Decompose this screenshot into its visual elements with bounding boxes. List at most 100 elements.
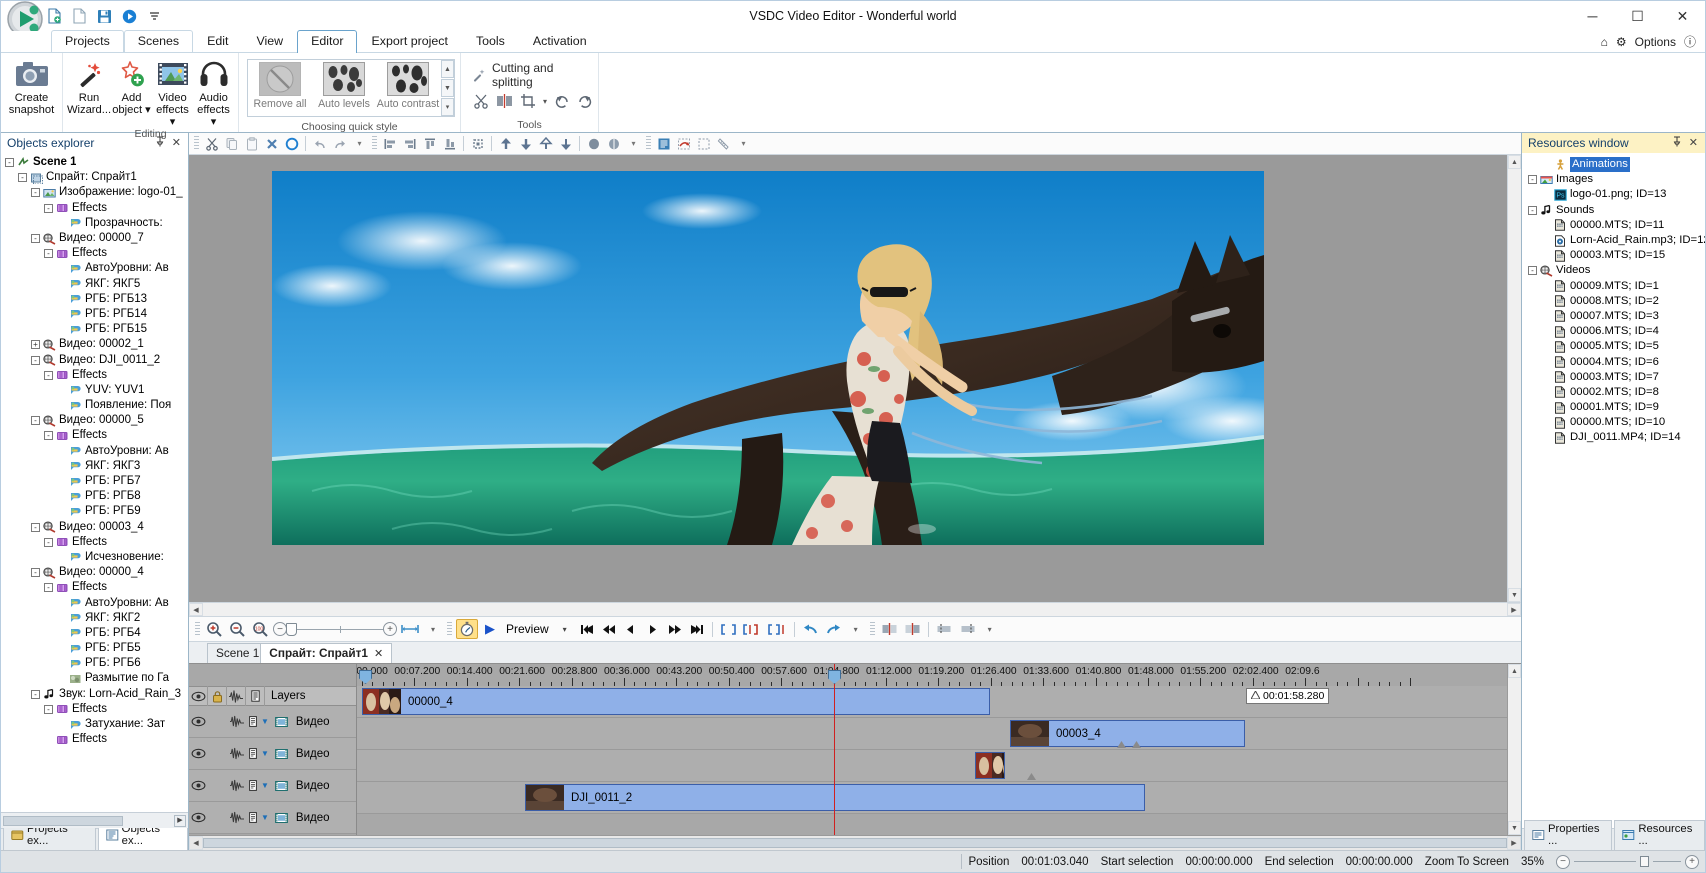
collapse-icon[interactable]: - (5, 158, 14, 167)
play-project-icon[interactable] (120, 7, 138, 25)
collapse-icon[interactable]: - (31, 568, 40, 577)
timeline-hscrollbar[interactable]: ◀ ▶ (189, 835, 1521, 850)
quick-style-auto-contrast[interactable]: Auto contrast (376, 60, 440, 116)
status-zoom-handle[interactable] (1640, 856, 1649, 867)
align-right-icon[interactable] (400, 134, 419, 153)
fast-forward-icon[interactable] (665, 619, 685, 639)
track-name-group[interactable]: ▼Видео (246, 716, 330, 728)
fit-width-icon[interactable] (399, 619, 421, 639)
preview-scroll-track[interactable] (1508, 169, 1521, 588)
resources-tree-item[interactable]: Pslogo-01.png; ID=13 (1522, 187, 1705, 202)
expand-icon[interactable]: + (31, 340, 40, 349)
toolbar-overflow-3[interactable]: ▾ (734, 134, 753, 153)
objects-tree-item[interactable]: -Scene 1 (1, 155, 188, 170)
objects-tree-item[interactable]: -Effects (1, 535, 188, 550)
collapse-icon[interactable]: - (1528, 206, 1537, 215)
track-eye-icon[interactable] (189, 802, 208, 834)
timeline-track-header[interactable]: ▼Видео (189, 770, 356, 802)
track-waveform-icon[interactable] (227, 802, 246, 834)
resources-tree[interactable]: Animations-ImagesPslogo-01.png; ID=13-So… (1522, 153, 1705, 828)
scene-tab-1[interactable]: Спрайт: Спрайт1✕ (260, 643, 392, 663)
objects-tree-item[interactable]: РГБ: РГБ13 (1, 292, 188, 307)
status-zoom-minus[interactable]: − (1556, 855, 1570, 869)
timeline-track[interactable]: 00000_4 (357, 686, 1507, 718)
resources-tree-item[interactable]: 00008.MTS; ID=2 (1522, 294, 1705, 309)
timeline-hscroll-thumb[interactable] (203, 838, 1507, 848)
track-dropdown-icon[interactable]: ▼ (261, 717, 269, 726)
track-eye-icon[interactable] (189, 770, 208, 802)
track-dropdown-icon[interactable]: ▼ (261, 813, 269, 822)
resources-tab-0[interactable]: Properties ... (1524, 820, 1612, 850)
minimize-button[interactable]: ─ (1570, 1, 1615, 31)
preview-vscrollbar[interactable]: ▲ ▼ (1507, 155, 1521, 602)
objects-tree-item[interactable]: РГБ: РГБ15 (1, 322, 188, 337)
create-snapshot-button[interactable]: Createsnapshot (6, 55, 57, 116)
resources-tab-1[interactable]: Resources ... (1614, 820, 1705, 850)
home-icon[interactable]: ⌂ (1601, 35, 1608, 49)
resources-tree-item[interactable]: 00002.MTS; ID=8 (1522, 385, 1705, 400)
objects-tree-item[interactable]: РГБ: РГБ6 (1, 656, 188, 671)
move-up-icon[interactable] (496, 134, 515, 153)
info-icon[interactable]: ⓘ (1684, 33, 1696, 50)
collapse-icon[interactable]: - (1528, 266, 1537, 275)
undo-icon[interactable] (310, 134, 329, 153)
undo-nav-icon[interactable] (800, 619, 821, 639)
quick-style-auto-levels[interactable]: Auto levels (312, 60, 376, 116)
redo-icon[interactable] (330, 134, 349, 153)
rotate-right-icon[interactable] (577, 93, 593, 109)
properties-circle-icon[interactable] (282, 134, 301, 153)
objects-tree-item[interactable]: РГБ: РГБ14 (1, 307, 188, 322)
open-project-icon[interactable] (70, 7, 88, 25)
track-name-group[interactable]: ▼Видео (246, 812, 330, 824)
list-icon[interactable] (246, 686, 265, 706)
jump-last-icon[interactable] (687, 619, 707, 639)
save-project-icon[interactable] (95, 7, 113, 25)
quick-style-scroll-up[interactable]: ▲ (441, 60, 454, 78)
collapse-icon[interactable]: - (44, 705, 53, 714)
split-left-icon[interactable] (879, 619, 900, 639)
move-down-icon[interactable] (516, 134, 535, 153)
timeline-playhead[interactable] (834, 664, 835, 835)
preview-hscrollbar[interactable]: ◀ ▶ (189, 602, 1521, 616)
track-name-group[interactable]: ▼Видео (246, 748, 330, 760)
timeline-track-header[interactable]: ▼Видео (189, 802, 356, 834)
eye-icon[interactable] (189, 686, 208, 706)
resources-close-icon[interactable]: ✕ (1689, 136, 1698, 150)
objects-tree-item[interactable]: РГБ: РГБ8 (1, 489, 188, 504)
objects-tree-item[interactable]: Исчезновение: (1, 550, 188, 565)
status-zoom-slider[interactable]: − + (1550, 855, 1705, 869)
zoom-100-icon[interactable]: 100 (250, 619, 271, 639)
track-dropdown-icon[interactable]: ▼ (261, 781, 269, 790)
gear-icon[interactable]: ⚙ (1616, 35, 1627, 49)
ruler-icon[interactable] (714, 134, 733, 153)
collapse-icon[interactable]: - (44, 371, 53, 380)
zoom-slider-plus[interactable]: + (383, 622, 397, 636)
objects-tree-item[interactable]: -Видео: DJI_0011_2 (1, 352, 188, 367)
collapse-icon[interactable]: - (1528, 175, 1537, 184)
rewind-icon[interactable] (599, 619, 619, 639)
preview-label[interactable]: Preview (502, 619, 553, 639)
collapse-icon[interactable]: - (31, 416, 40, 425)
resources-pin-icon[interactable] (1672, 136, 1682, 150)
align-center-icon[interactable] (468, 134, 487, 153)
group-icon[interactable] (584, 134, 603, 153)
align-bottom-icon[interactable] (440, 134, 459, 153)
resources-tree-item[interactable]: -Videos (1522, 263, 1705, 278)
send-back-icon[interactable] (556, 134, 575, 153)
rotate-left-icon[interactable] (554, 93, 570, 109)
trim-right-icon[interactable] (957, 619, 978, 639)
stopwatch-icon[interactable] (456, 619, 478, 639)
playbar-grip[interactable] (195, 622, 200, 637)
resources-tree-item[interactable]: 00003.MTS; ID=15 (1522, 248, 1705, 263)
track-lock-icon[interactable] (208, 770, 227, 802)
align-left-icon[interactable] (380, 134, 399, 153)
eraser-icon[interactable] (674, 134, 693, 153)
track-eye-icon[interactable] (189, 706, 208, 738)
collapse-icon[interactable]: - (44, 249, 53, 258)
objects-tree[interactable]: -Scene 1-Спрайт: Спрайт1-Изображение: lo… (1, 153, 188, 812)
track-list-icon[interactable] (249, 748, 257, 759)
ribbon-tab-projects[interactable]: Projects (51, 30, 124, 52)
objects-tree-item[interactable]: -Effects (1, 201, 188, 216)
resources-tree-item[interactable]: 00003.MTS; ID=7 (1522, 370, 1705, 385)
trim-left-icon[interactable] (934, 619, 955, 639)
